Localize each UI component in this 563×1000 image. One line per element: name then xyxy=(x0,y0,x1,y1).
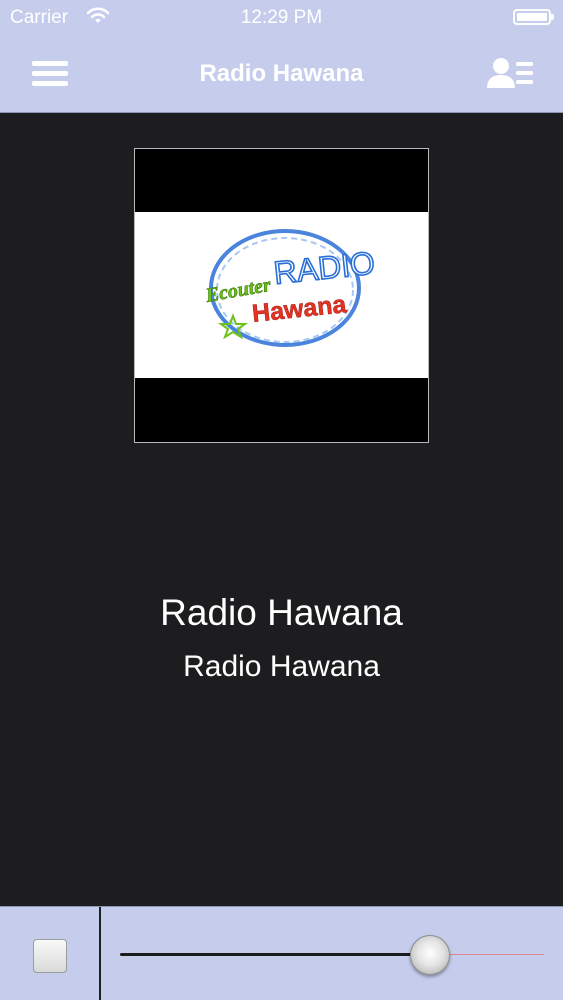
volume-slider[interactable] xyxy=(120,935,544,975)
stop-button[interactable] xyxy=(33,939,67,973)
status-time: 12:29 PM xyxy=(240,7,323,28)
station-logo: Ecouter RADIO Hawana xyxy=(135,212,428,378)
status-bar: Carrier 12:29 PM xyxy=(0,0,563,36)
player-controls xyxy=(0,906,563,1000)
battery-icon xyxy=(513,9,554,25)
station-title: Radio Hawana xyxy=(160,592,403,633)
station-artwork: Ecouter RADIO Hawana xyxy=(134,148,429,443)
volume-slider-fill xyxy=(120,953,430,956)
controls-divider xyxy=(99,907,101,1000)
contact-list-icon xyxy=(487,58,533,88)
radio-player-screen: Carrier 12:29 PM Radio Hawana Ecouter RA… xyxy=(0,0,563,1000)
station-subtitle: Radio Hawana xyxy=(183,650,380,683)
page-title: Radio Hawana xyxy=(199,60,364,87)
volume-slider-thumb[interactable] xyxy=(409,935,450,975)
top-bar: Carrier 12:29 PM Radio Hawana xyxy=(0,0,563,113)
contact-list-button[interactable] xyxy=(486,56,536,92)
